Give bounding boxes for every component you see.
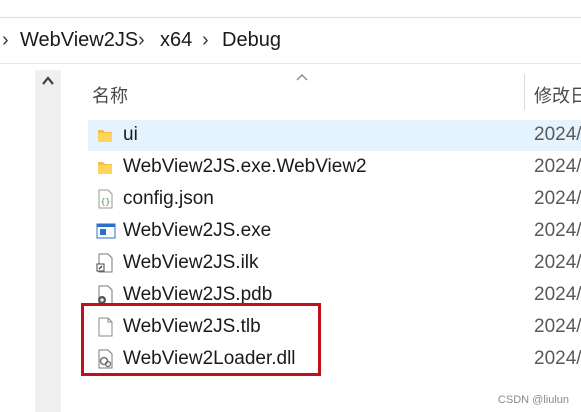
chevron-right-icon[interactable]: › [138,30,145,50]
column-header-date[interactable]: 修改日 [534,82,581,108]
file-date: 2024/ [534,156,581,177]
file-name: WebView2JS.ilk [123,252,259,273]
scroll-up-arrow-icon[interactable] [38,74,58,94]
breadcrumb-item-webview2js[interactable]: WebView2JS [20,29,138,51]
vertical-scrollbar[interactable] [35,70,61,412]
breadcrumb[interactable]: › WebView2JS › x64 › Debug [0,22,581,62]
exe-file-icon [96,221,116,241]
chevron-right-icon[interactable]: › [202,30,209,50]
address-divider [0,63,581,64]
column-separator[interactable] [524,74,525,110]
file-name: config.json [123,188,214,209]
file-date: 2024/ [534,284,581,305]
list-item[interactable]: ui 2024/ [88,120,581,151]
ilk-file-icon [96,253,114,273]
highlight-annotation-box [81,303,321,376]
file-date: 2024/ [534,316,581,337]
list-item[interactable]: WebView2JS.exe 2024/ [88,216,581,247]
file-date: 2024/ [534,220,581,241]
list-item[interactable]: {} config.json 2024/ [88,184,581,215]
breadcrumb-item-debug[interactable]: Debug [222,29,281,51]
file-name: ui [123,124,138,145]
file-date: 2024/ [534,188,581,209]
folder-icon [96,125,114,145]
chevron-right-icon[interactable]: › [2,30,9,50]
list-item[interactable]: WebView2JS.ilk 2024/ [88,248,581,279]
file-date: 2024/ [534,124,581,145]
file-name: WebView2JS.exe [123,220,272,241]
column-header-row: 名称 修改日 [62,70,581,116]
svg-text:{}: {} [101,197,111,206]
watermark: CSDN @liulun [497,394,569,406]
json-file-icon: {} [96,189,114,209]
window-top-strip [0,0,581,18]
breadcrumb-item-x64[interactable]: x64 [160,29,192,51]
sort-ascending-icon [296,68,308,84]
pdb-file-icon [96,285,114,305]
folder-icon [96,157,114,177]
navigation-pane[interactable] [0,64,35,412]
file-date: 2024/ [534,348,581,369]
column-header-name[interactable]: 名称 [92,82,128,108]
file-date: 2024/ [534,252,581,273]
file-name: WebView2JS.exe.WebView2 [123,156,367,177]
list-item[interactable]: WebView2JS.exe.WebView2 2024/ [88,152,581,183]
top-divider [0,17,581,18]
